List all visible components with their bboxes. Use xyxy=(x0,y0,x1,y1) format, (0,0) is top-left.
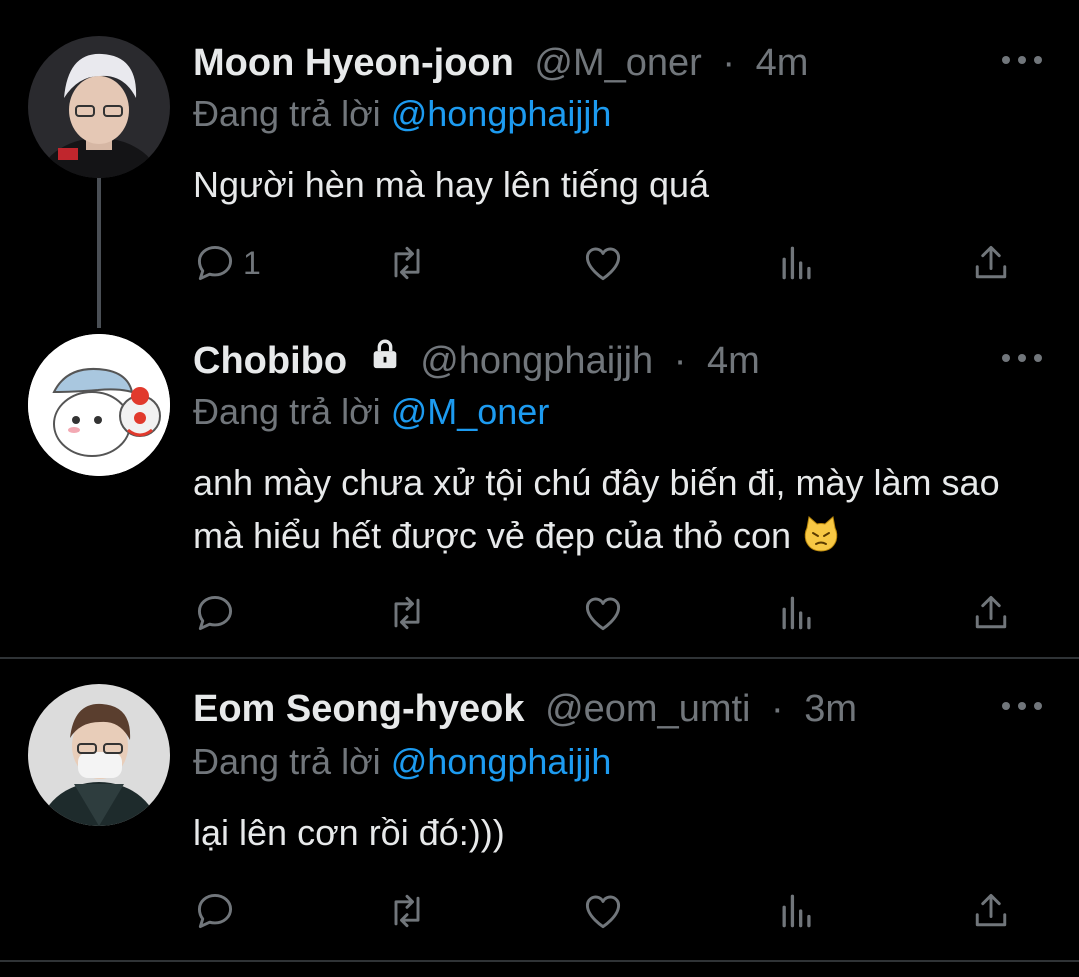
retweet-icon xyxy=(394,246,420,280)
separator-dot: · xyxy=(722,42,736,84)
mention-link[interactable]: @hongphaijjh xyxy=(391,741,612,782)
lock-icon xyxy=(368,336,402,382)
avatar[interactable] xyxy=(28,36,170,178)
tweet-text-content: anh mày chưa xử tội chú đây biến đi, mày… xyxy=(193,462,1000,556)
reply-icon xyxy=(197,245,233,281)
retweet-icon xyxy=(394,596,420,630)
like-icon xyxy=(585,247,621,281)
like-button[interactable] xyxy=(581,240,625,286)
tweet-text: anh mày chưa xử tội chú đây biến đi, mày… xyxy=(193,456,1033,562)
reply-button[interactable] xyxy=(193,888,243,934)
share-button[interactable] xyxy=(969,240,1013,286)
replying-to: Đang trả lời @hongphaijjh xyxy=(193,92,611,136)
display-name[interactable]: Chobibo xyxy=(193,340,347,382)
mention-link[interactable]: @M_oner xyxy=(391,391,550,432)
views-icon xyxy=(782,596,811,630)
views-button[interactable] xyxy=(775,240,819,286)
more-options-icon[interactable] xyxy=(1002,696,1042,716)
views-button[interactable] xyxy=(775,590,819,636)
reply-button[interactable]: 1 xyxy=(193,240,261,286)
tweet-divider xyxy=(0,657,1079,659)
replying-to: Đang trả lời @M_oner xyxy=(193,390,549,434)
like-button[interactable] xyxy=(581,590,625,636)
timestamp[interactable]: 4m xyxy=(756,42,809,84)
tweet-actions xyxy=(193,590,1033,636)
user-handle[interactable]: @eom_umti xyxy=(545,688,750,730)
tweet-divider xyxy=(0,960,1079,962)
like-icon xyxy=(585,895,621,929)
display-name[interactable]: Eom Seong-hyeok xyxy=(193,688,525,730)
more-options-icon[interactable] xyxy=(1002,50,1042,70)
views-button[interactable] xyxy=(775,888,819,934)
avatar[interactable] xyxy=(28,684,170,826)
replying-to-label: Đang trả lời xyxy=(193,93,381,134)
like-button[interactable] xyxy=(581,888,625,934)
avatar[interactable] xyxy=(28,334,170,476)
retweet-button[interactable] xyxy=(385,240,429,286)
separator-dot: · xyxy=(771,688,784,730)
mention-link[interactable]: @hongphaijjh xyxy=(391,93,612,134)
views-icon xyxy=(782,246,811,280)
retweet-button[interactable] xyxy=(385,888,429,934)
user-handle[interactable]: @M_oner xyxy=(534,42,701,84)
retweet-button[interactable] xyxy=(385,590,429,636)
share-button[interactable] xyxy=(969,888,1013,934)
pouting-cat-emoji xyxy=(801,514,841,554)
replying-to: Đang trả lời @hongphaijjh xyxy=(193,740,611,784)
reply-icon xyxy=(197,893,233,929)
replying-to-label: Đang trả lời xyxy=(193,391,381,432)
user-handle[interactable]: @hongphaijjh xyxy=(420,340,653,382)
tweet-header: Moon Hyeon-joon @M_oner · 4m xyxy=(193,40,808,86)
more-options-icon[interactable] xyxy=(1002,348,1042,368)
tweet-item[interactable]: Moon Hyeon-joon @M_oner · 4m Đang trả lờ… xyxy=(0,36,1079,326)
retweet-icon xyxy=(394,894,420,928)
reply-button[interactable] xyxy=(193,590,243,636)
display-name[interactable]: Moon Hyeon-joon xyxy=(193,42,514,84)
replying-to-label: Đang trả lời xyxy=(193,741,381,782)
reply-count: 1 xyxy=(243,244,261,281)
share-button[interactable] xyxy=(969,590,1013,636)
share-icon xyxy=(975,893,1007,927)
tweet-item[interactable]: Eom Seong-hyeok @eom_umti · 3m Đang trả … xyxy=(0,684,1079,954)
tweet-actions xyxy=(193,888,1033,934)
tweet-header: Eom Seong-hyeok @eom_umti · 3m xyxy=(193,686,857,732)
separator-dot: · xyxy=(673,340,687,382)
tweet-text: Người hèn mà hay lên tiếng quá xyxy=(193,164,710,205)
timestamp[interactable]: 4m xyxy=(707,340,760,382)
tweet-item[interactable]: Chobibo @hongphaijjh · 4m Đang trả lời @… xyxy=(0,334,1079,644)
share-icon xyxy=(975,245,1007,279)
timestamp[interactable]: 3m xyxy=(804,688,857,730)
tweet-text: lại lên cơn rồi đó:))) xyxy=(193,812,505,853)
views-icon xyxy=(782,894,811,928)
tweet-actions: 1 xyxy=(193,240,1033,286)
share-icon xyxy=(975,595,1007,629)
reply-icon xyxy=(197,595,233,631)
like-icon xyxy=(585,597,621,631)
tweet-header: Chobibo @hongphaijjh · 4m xyxy=(193,338,760,386)
